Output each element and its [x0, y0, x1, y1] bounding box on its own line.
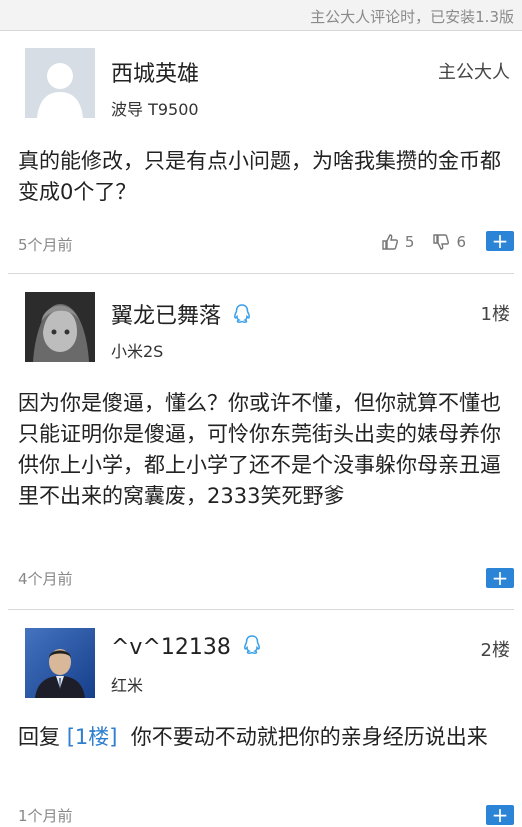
reply-floor-link[interactable]: [1楼]: [67, 725, 118, 749]
dislike-count: 6: [456, 233, 466, 251]
author-name-text: 翼龙已舞落: [111, 304, 222, 329]
dislike-button[interactable]: 6: [432, 233, 466, 251]
default-user-icon: [25, 48, 95, 118]
anime-character-avatar: [25, 292, 95, 362]
comment-floor-label: 2楼: [480, 640, 510, 661]
comment-time: 4个月前: [18, 570, 73, 588]
avatar[interactable]: [25, 292, 95, 362]
reply-text: 你不要动不动就把你的亲身经历说出来: [130, 725, 488, 749]
divider: [8, 273, 514, 274]
like-button[interactable]: 5: [381, 233, 415, 251]
comment-device: 小米2S: [111, 342, 164, 361]
news-anchor-avatar: [25, 628, 95, 698]
comment-time: 5个月前: [18, 236, 73, 254]
thumbs-up-icon: [382, 234, 398, 250]
avatar[interactable]: [25, 48, 95, 118]
comment-floor-label: 主公大人: [438, 62, 510, 83]
comment-floor-label: 1楼: [480, 304, 510, 325]
reply-prefix: 回复: [18, 725, 60, 749]
avatar[interactable]: [25, 628, 95, 698]
qq-penguin-icon: [231, 303, 253, 331]
divider: [8, 609, 514, 610]
comment-author-name[interactable]: 翼龙已舞落: [111, 298, 253, 331]
top-hint-bar: 主公大人评论时，已安装1.3版: [0, 0, 522, 31]
add-reply-button[interactable]: +: [486, 805, 514, 825]
comment-content: 因为你是傻逼，懂么？你或许不懂，但你就算不懂也只能证明你是傻逼，可怜你东莞街头出…: [18, 391, 501, 508]
comment-content: 回复 [1楼] 你不要动不动就把你的亲身经历说出来: [18, 722, 510, 753]
comment-content: 真的能修改，只是有点小问题，为啥我集攒的金币都变成0个了？: [18, 149, 501, 204]
comment-author-name[interactable]: 西城英雄: [111, 56, 199, 88]
like-count: 5: [404, 233, 415, 251]
comment-device: 红米: [111, 676, 144, 695]
comment-device: 波导 T9500: [111, 100, 199, 119]
vote-group: 5 6: [381, 233, 466, 251]
comment-author-name[interactable]: ^v^12138: [111, 634, 263, 662]
qq-penguin-icon: [241, 634, 263, 662]
install-hint: 主公大人评论时，已安装1.3版: [310, 8, 514, 26]
comment-time: 1个月前: [18, 807, 73, 825]
thumbs-down-icon: [433, 234, 450, 250]
author-name-text: ^v^12138: [111, 635, 231, 660]
add-reply-button[interactable]: +: [486, 231, 514, 251]
add-reply-button[interactable]: +: [486, 568, 514, 588]
